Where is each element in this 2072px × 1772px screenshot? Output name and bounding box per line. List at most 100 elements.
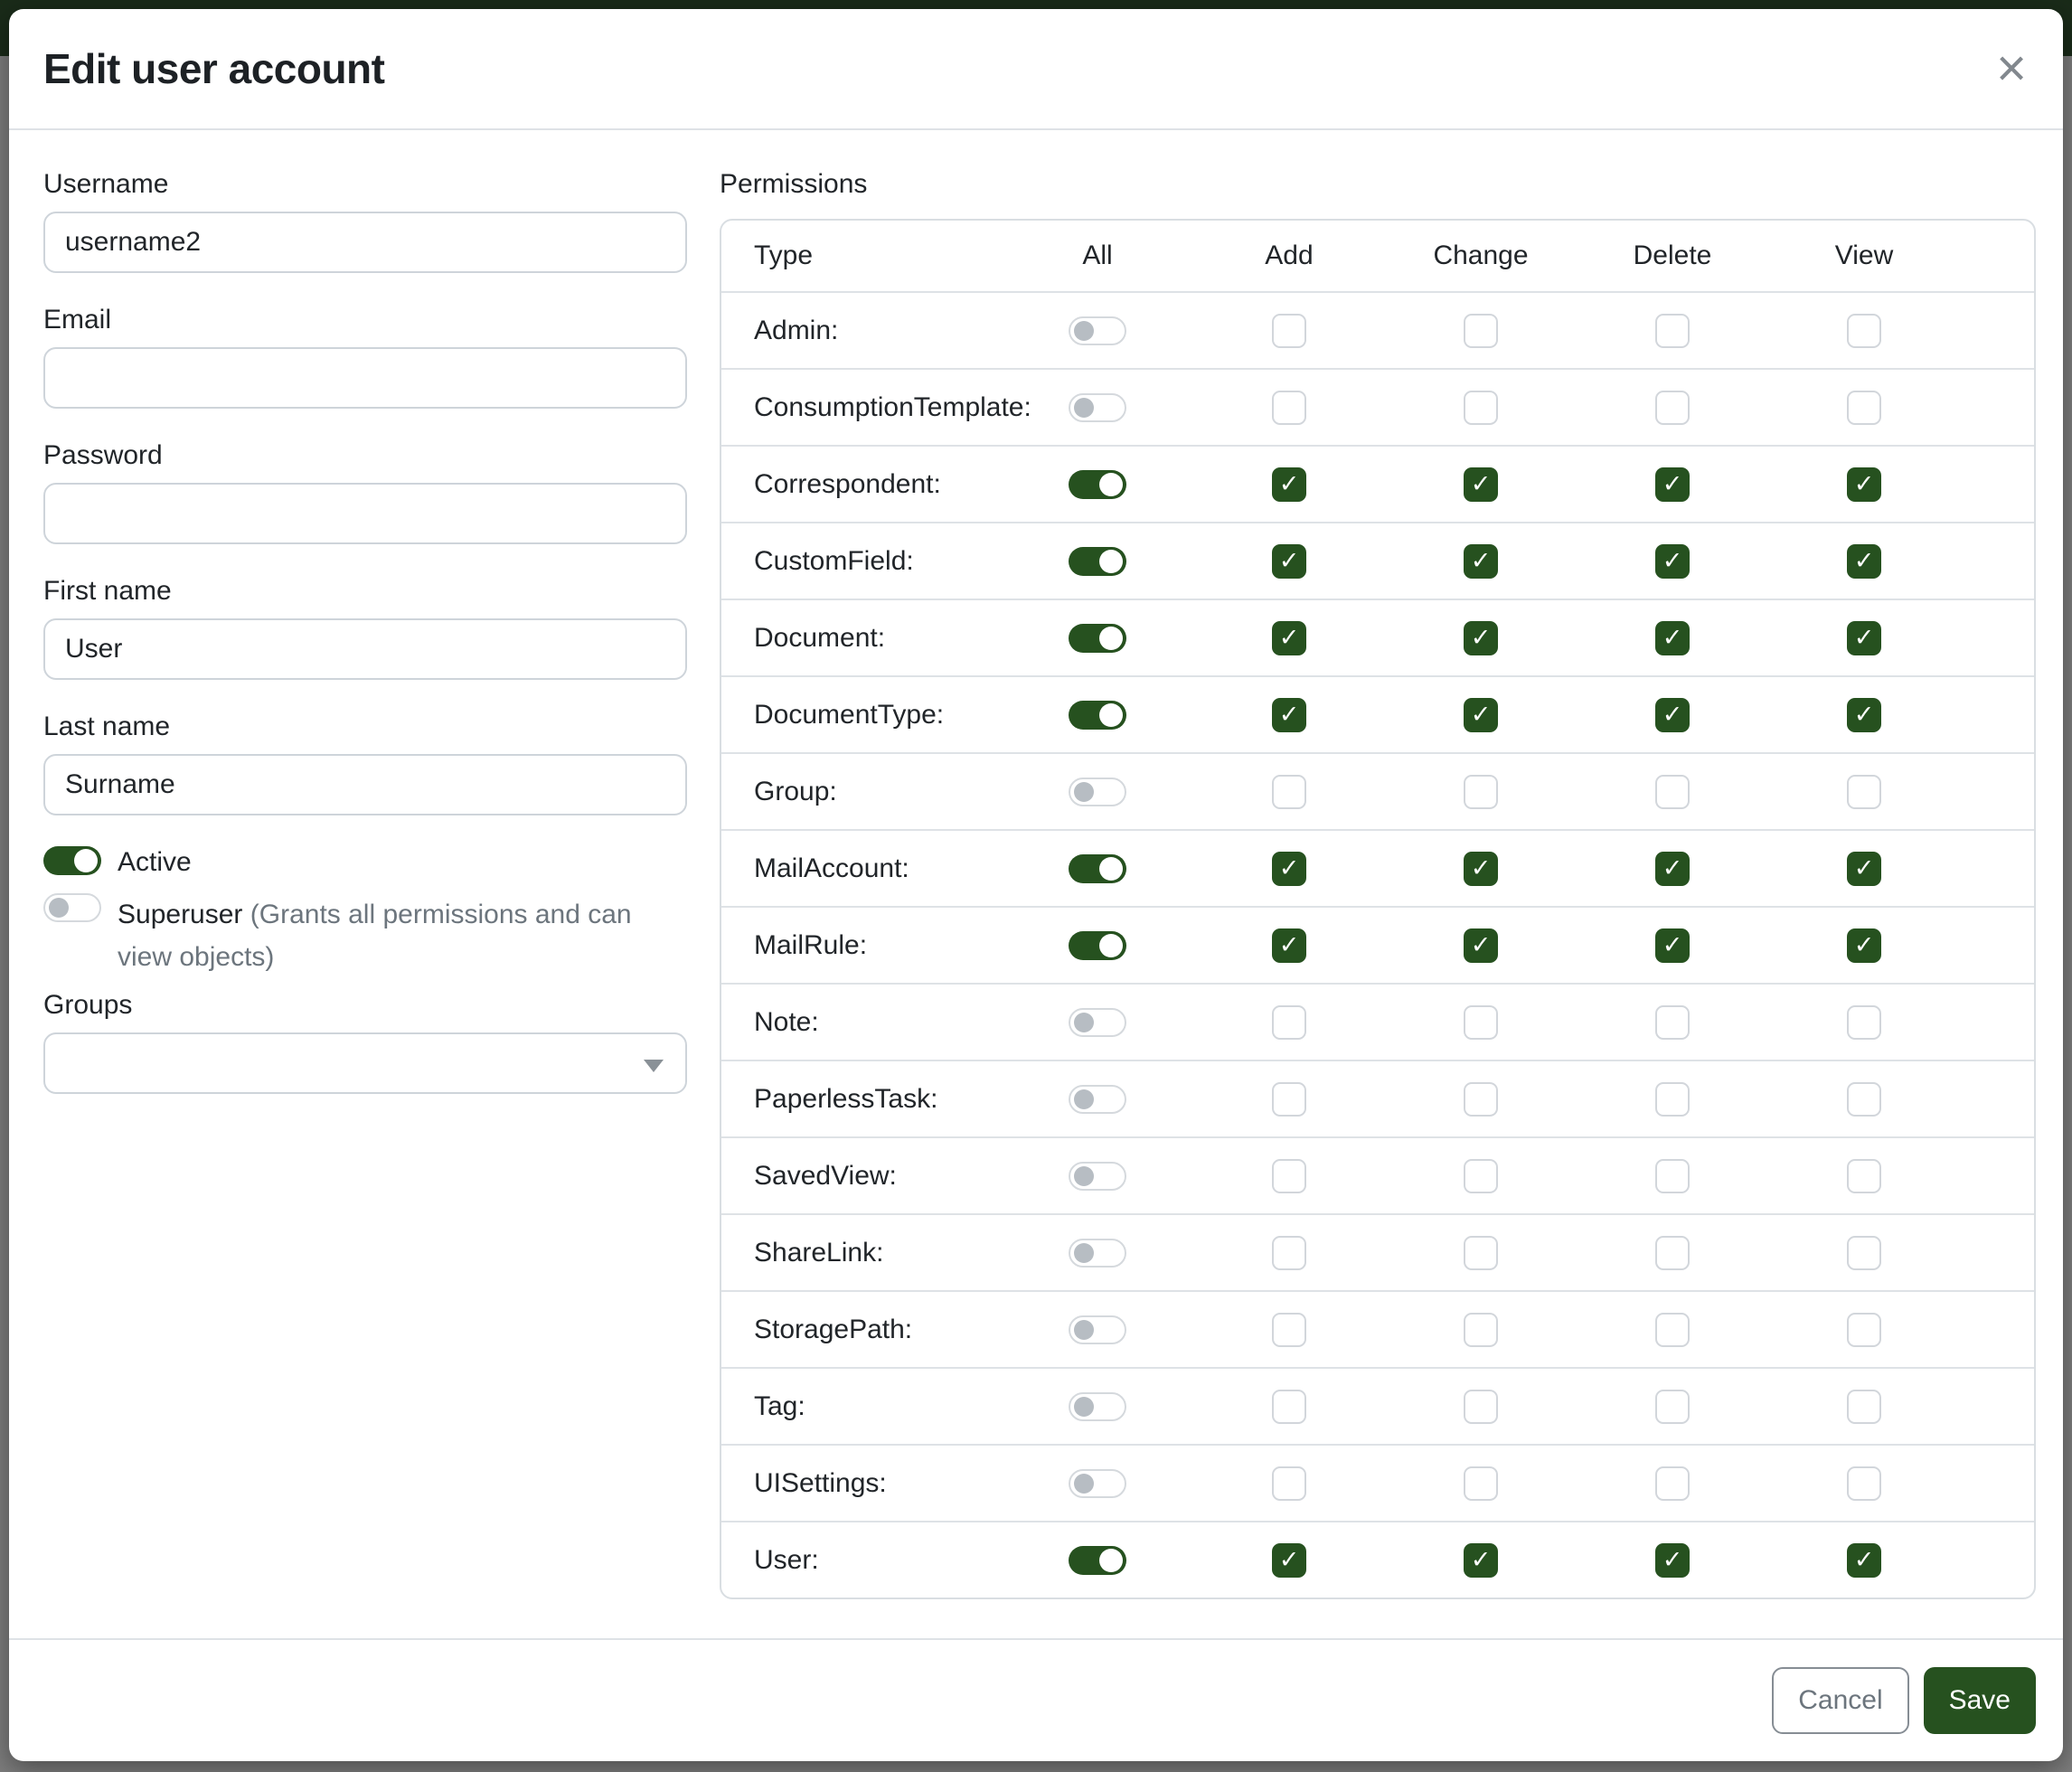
first-name-input[interactable] [43,618,687,680]
permission-view-checkbox[interactable] [1847,621,1881,655]
permission-add-checkbox[interactable] [1272,1005,1306,1040]
permission-delete-checkbox[interactable] [1655,1543,1690,1578]
permission-change-checkbox[interactable] [1464,698,1498,732]
permission-all-toggle[interactable] [1069,547,1126,576]
permission-all-toggle[interactable] [1069,778,1126,806]
permission-add-checkbox[interactable] [1272,314,1306,348]
permission-change-checkbox[interactable] [1464,314,1498,348]
last-name-input[interactable] [43,754,687,815]
password-input[interactable] [43,483,687,544]
permission-all-toggle[interactable] [1069,624,1126,653]
permission-change-checkbox[interactable] [1464,1543,1498,1578]
permission-view-checkbox[interactable] [1847,391,1881,425]
permission-change-checkbox[interactable] [1464,1159,1498,1193]
permission-delete-checkbox[interactable] [1655,1390,1690,1424]
permission-change-checkbox[interactable] [1464,1005,1498,1040]
permission-change-checkbox[interactable] [1464,544,1498,579]
permission-view-checkbox[interactable] [1847,1313,1881,1347]
username-input[interactable] [43,212,687,273]
password-field-group: Password [43,439,687,544]
permission-change-checkbox[interactable] [1464,1313,1498,1347]
permission-view-checkbox[interactable] [1847,1466,1881,1501]
permission-all-toggle[interactable] [1069,393,1126,422]
permission-change-checkbox[interactable] [1464,928,1498,963]
permission-view-checkbox[interactable] [1847,544,1881,579]
permission-add-checkbox[interactable] [1272,775,1306,809]
permission-add-checkbox[interactable] [1272,1236,1306,1270]
permission-delete-checkbox[interactable] [1655,1082,1690,1117]
permission-delete-checkbox[interactable] [1655,544,1690,579]
permissions-rows: Admin: ConsumptionTemplate: Corresponden… [721,291,2034,1598]
permission-change-checkbox[interactable] [1464,775,1498,809]
permission-view-checkbox[interactable] [1847,852,1881,886]
permission-delete-checkbox[interactable] [1655,928,1690,963]
permission-add-checkbox[interactable] [1272,621,1306,655]
permission-view-checkbox[interactable] [1847,467,1881,502]
permission-all-toggle[interactable] [1069,470,1126,499]
email-input[interactable] [43,347,687,409]
permission-all-toggle[interactable] [1069,1469,1126,1498]
permission-view-checkbox[interactable] [1847,698,1881,732]
permission-add-checkbox[interactable] [1272,1390,1306,1424]
permission-change-checkbox[interactable] [1464,1466,1498,1501]
permission-add-checkbox[interactable] [1272,1313,1306,1347]
active-toggle[interactable] [43,846,101,875]
permission-add-checkbox[interactable] [1272,698,1306,732]
permission-change-checkbox[interactable] [1464,1390,1498,1424]
permission-all-toggle[interactable] [1069,1392,1126,1421]
permission-view-checkbox[interactable] [1847,1159,1881,1193]
permission-change-checkbox[interactable] [1464,1236,1498,1270]
permission-view-checkbox[interactable] [1847,1236,1881,1270]
permission-all-toggle[interactable] [1069,1239,1126,1268]
permission-add-checkbox[interactable] [1272,391,1306,425]
permission-view-checkbox[interactable] [1847,928,1881,963]
permission-view-checkbox[interactable] [1847,1082,1881,1117]
permission-add-checkbox[interactable] [1272,1159,1306,1193]
permission-all-toggle[interactable] [1069,1008,1126,1037]
permission-delete-checkbox[interactable] [1655,698,1690,732]
permission-all-toggle[interactable] [1069,701,1126,730]
permission-delete-checkbox[interactable] [1655,1005,1690,1040]
permission-change-checkbox[interactable] [1464,852,1498,886]
permission-view-checkbox[interactable] [1847,1390,1881,1424]
superuser-toggle[interactable] [43,893,101,922]
permission-delete-checkbox[interactable] [1655,1466,1690,1501]
permission-change-checkbox[interactable] [1464,391,1498,425]
permission-add-checkbox[interactable] [1272,1543,1306,1578]
permission-view-checkbox[interactable] [1847,314,1881,348]
permission-all-toggle[interactable] [1069,1315,1126,1344]
chevron-down-icon [644,1060,664,1072]
permission-all-toggle[interactable] [1069,1162,1126,1191]
permission-add-checkbox[interactable] [1272,467,1306,502]
permission-all-toggle[interactable] [1069,1085,1126,1114]
permission-all-toggle[interactable] [1069,931,1126,960]
permission-all-toggle[interactable] [1069,854,1126,883]
permission-delete-checkbox[interactable] [1655,467,1690,502]
permission-add-checkbox[interactable] [1272,1466,1306,1501]
column-header-type: Type [721,240,1002,271]
permission-all-toggle[interactable] [1069,316,1126,345]
save-button[interactable]: Save [1924,1667,2036,1734]
permission-delete-checkbox[interactable] [1655,314,1690,348]
permission-add-checkbox[interactable] [1272,544,1306,579]
permission-delete-checkbox[interactable] [1655,775,1690,809]
permission-add-checkbox[interactable] [1272,1082,1306,1117]
permission-delete-checkbox[interactable] [1655,621,1690,655]
permission-view-checkbox[interactable] [1847,775,1881,809]
permission-delete-checkbox[interactable] [1655,1313,1690,1347]
permission-delete-checkbox[interactable] [1655,391,1690,425]
permission-change-checkbox[interactable] [1464,467,1498,502]
permission-delete-checkbox[interactable] [1655,1236,1690,1270]
cancel-button[interactable]: Cancel [1772,1667,1908,1734]
permission-view-checkbox[interactable] [1847,1543,1881,1578]
permission-all-toggle[interactable] [1069,1546,1126,1575]
permission-change-checkbox[interactable] [1464,621,1498,655]
permission-delete-checkbox[interactable] [1655,852,1690,886]
permission-change-checkbox[interactable] [1464,1082,1498,1117]
permission-delete-checkbox[interactable] [1655,1159,1690,1193]
permission-add-checkbox[interactable] [1272,852,1306,886]
permission-view-checkbox[interactable] [1847,1005,1881,1040]
permission-add-checkbox[interactable] [1272,928,1306,963]
close-icon[interactable]: × [1989,42,2034,95]
groups-select[interactable] [43,1032,687,1094]
